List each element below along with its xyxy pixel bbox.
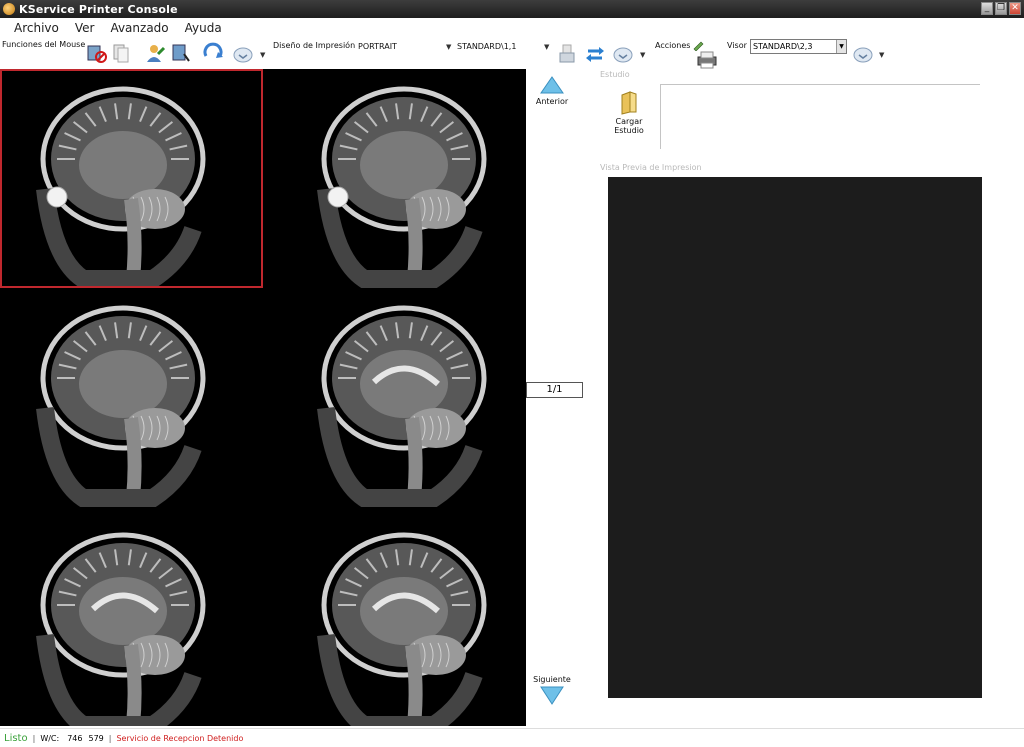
center-value: 579 xyxy=(88,733,104,743)
viewer-layout-value: STANDARD\2,3 xyxy=(753,42,813,51)
swap-icon[interactable] xyxy=(584,43,606,65)
viewer-cell[interactable] xyxy=(263,507,526,726)
study-info-box xyxy=(660,84,980,149)
rotate-icon[interactable] xyxy=(202,42,224,64)
title-bar: KService Printer Console _ ❐ ✕ xyxy=(0,0,1024,18)
print-preview-label: Vista Previa de Impresion xyxy=(600,163,702,172)
status-ready: Listo xyxy=(4,732,28,744)
right-panel: Estudio Cargar Estudio Vista Previa de I… xyxy=(584,69,1024,726)
status-separator: | xyxy=(32,733,36,743)
format-select[interactable]: STANDARD\1,1 xyxy=(457,40,516,54)
window-title: KService Printer Console xyxy=(19,2,178,16)
viewer-cell[interactable] xyxy=(263,69,526,288)
mouse-tools-dropdown-icon[interactable]: ▼ xyxy=(260,51,265,59)
copy-tool-icon[interactable] xyxy=(110,42,132,64)
actions-label: Acciones xyxy=(655,41,691,50)
print-layout-label: Diseño de Impresión xyxy=(273,41,356,50)
load-study-label-2: Estudio xyxy=(614,126,644,135)
viewer-cell[interactable] xyxy=(0,288,263,507)
service-status: Servicio de Recepcion Detenido xyxy=(116,733,244,743)
load-study-button[interactable]: Cargar Estudio xyxy=(604,89,654,149)
toolbar: Funciones del Mouse ▼ Diseño de Impresió… xyxy=(0,37,1024,69)
viewer-dropdown-icon[interactable]: ▼ xyxy=(836,40,846,53)
orientation-select[interactable]: PORTRAIT xyxy=(358,40,397,54)
wc-label: W/C: xyxy=(40,733,60,743)
mri-slice-image xyxy=(36,86,206,288)
previous-label: Anterior xyxy=(535,97,569,106)
status-bar: Listo | W/C: 746 579 | Servicio de Recep… xyxy=(0,728,1024,747)
app-icon xyxy=(3,3,15,15)
mri-slice-image xyxy=(36,305,206,507)
viewer-cell[interactable] xyxy=(0,69,263,288)
menu-ayuda[interactable]: Ayuda xyxy=(177,19,230,37)
status-separator: | xyxy=(108,733,112,743)
page-indicator: 1/1 xyxy=(526,382,583,398)
viewer-options-icon[interactable] xyxy=(852,44,874,66)
image-viewer[interactable] xyxy=(0,69,526,726)
zoom-tool-icon[interactable] xyxy=(170,42,192,64)
user-tool-icon[interactable] xyxy=(144,42,166,64)
viewer-label: Visor xyxy=(727,41,747,50)
print-preview-area xyxy=(608,177,982,698)
restore-button[interactable]: ❐ xyxy=(995,2,1007,15)
mri-slice-image xyxy=(36,532,206,726)
layout-options-icon[interactable] xyxy=(612,44,634,66)
arrow-down-icon xyxy=(540,686,564,705)
select-tool-icon[interactable] xyxy=(86,42,108,64)
study-group-label: Estudio xyxy=(600,70,630,79)
folder-icon xyxy=(621,91,637,115)
mri-slice-image xyxy=(317,305,487,507)
menu-ver[interactable]: Ver xyxy=(67,19,103,37)
close-button[interactable]: ✕ xyxy=(1009,2,1021,15)
window-controls: _ ❐ ✕ xyxy=(981,2,1021,15)
arrow-up-icon xyxy=(540,76,564,94)
orientation-dropdown-icon[interactable]: ▼ xyxy=(446,43,451,51)
load-study-label-1: Cargar xyxy=(615,117,643,126)
minimize-button[interactable]: _ xyxy=(981,2,993,15)
layout-options-dropdown-icon[interactable]: ▼ xyxy=(640,51,645,59)
mouse-functions-label: Funciones del Mouse xyxy=(2,40,86,49)
viewer-options-dropdown-icon[interactable]: ▼ xyxy=(879,51,884,59)
mri-slice-image xyxy=(317,86,487,288)
printer-icon[interactable] xyxy=(696,49,718,71)
next-label: Siguiente xyxy=(533,675,571,684)
menu-avanzado[interactable]: Avanzado xyxy=(102,19,176,37)
window-level-icon[interactable] xyxy=(232,44,254,66)
previous-button[interactable]: Anterior xyxy=(530,75,574,106)
viewer-layout-select[interactable]: STANDARD\2,3 ▼ xyxy=(750,39,847,54)
next-button[interactable]: Siguiente xyxy=(530,675,574,708)
mri-slice-image xyxy=(317,532,487,726)
window-value: 746 xyxy=(67,733,83,743)
viewer-cell[interactable] xyxy=(263,288,526,507)
menu-archivo[interactable]: Archivo xyxy=(0,19,67,37)
print-settings-icon[interactable] xyxy=(556,43,578,65)
format-dropdown-icon[interactable]: ▼ xyxy=(544,43,549,51)
menu-bar: Archivo Ver Avanzado Ayuda xyxy=(0,19,230,37)
viewer-cell[interactable] xyxy=(0,507,263,726)
